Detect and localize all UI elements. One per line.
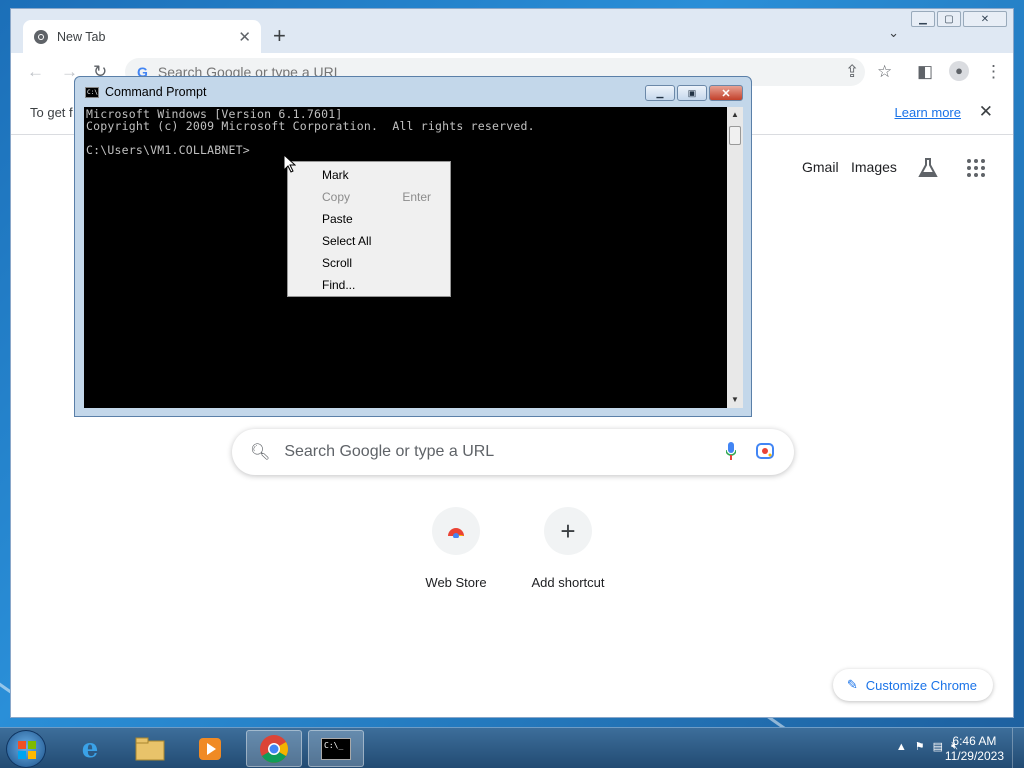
taskbar-chrome[interactable] [246, 730, 302, 767]
network-icon[interactable]: ▤ [933, 740, 943, 753]
menu-item-label: Paste [322, 212, 353, 226]
menu-item-label: Find... [322, 278, 356, 292]
folder-icon [135, 737, 165, 760]
tab-title: New Tab [57, 29, 106, 44]
search-input[interactable] [284, 443, 685, 461]
share-icon[interactable]: ⇪ [845, 62, 859, 82]
internet-explorer-icon: e [81, 733, 99, 764]
tab-strip: New Tab ✕ + ⌄ ▁ ▢ ✕ [11, 9, 1013, 53]
taskbar-command-prompt[interactable]: C:\_ [308, 730, 364, 767]
shortcut-label: Add shortcut [531, 575, 605, 590]
google-search-box[interactable]: 🔍︎ [232, 429, 794, 475]
cmd-taskbar-icon: C:\_ [321, 737, 351, 760]
maximize-button[interactable]: ▢ [937, 11, 961, 27]
menu-item-select-all[interactable]: Select All [288, 230, 450, 252]
scroll-down-icon[interactable]: ▼ [727, 392, 743, 408]
chrome-favicon-icon [34, 29, 48, 44]
chrome-window-controls: ▁ ▢ ✕ [911, 11, 1007, 27]
start-button[interactable] [6, 730, 46, 768]
side-panel-icon[interactable]: ◧ [917, 62, 933, 82]
back-icon[interactable]: ← [27, 62, 44, 82]
clock[interactable]: 6:46 AM 11/29/2023 [945, 734, 1004, 764]
show-desktop-button[interactable] [1012, 728, 1024, 768]
learn-more-link[interactable]: Learn more [895, 105, 961, 120]
tab-search-chevron-icon[interactable]: ⌄ [888, 25, 899, 41]
shortcut-add[interactable]: + Add shortcut [508, 507, 628, 590]
scroll-up-icon[interactable]: ▲ [727, 107, 743, 123]
cmd-maximize-button[interactable]: ▣ [677, 85, 707, 101]
menu-item-copy[interactable]: Copy Enter [288, 186, 450, 208]
menu-item-label: Scroll [322, 256, 353, 270]
taskbar-internet-explorer[interactable]: e [62, 730, 118, 767]
menu-item-label: Select All [322, 234, 372, 248]
menu-item-paste[interactable]: Paste [288, 208, 450, 230]
bookmark-star-icon[interactable]: ☆ [877, 62, 892, 82]
close-button[interactable]: ✕ [963, 11, 1007, 27]
menu-item-shortcut: Enter [402, 190, 431, 204]
cmd-window-title: Command Prompt [105, 85, 207, 99]
cmd-close-button[interactable]: ✕ [709, 85, 743, 101]
cmd-minimize-button[interactable]: ▁ [645, 85, 675, 101]
infobar-close-icon[interactable]: ✕ [979, 102, 993, 122]
customize-label: Customize Chrome [865, 677, 977, 693]
console-scrollbar[interactable]: ▲ ▼ [727, 107, 743, 408]
add-icon: + [544, 507, 592, 555]
profile-avatar-icon[interactable]: ● [949, 61, 969, 81]
menu-item-scroll[interactable]: Scroll [288, 252, 450, 274]
tab-new-tab[interactable]: New Tab ✕ [23, 20, 261, 53]
clock-date: 11/29/2023 [944, 749, 1004, 763]
google-apps-icon[interactable] [967, 159, 985, 177]
menu-item-mark[interactable]: Mark [288, 164, 450, 186]
taskbar-explorer[interactable] [122, 730, 178, 767]
action-center-flag-icon[interactable]: ⚑ [915, 740, 925, 753]
pencil-icon: ✎ [846, 677, 858, 692]
cmd-app-icon: C:\ [85, 86, 99, 98]
search-icon: 🔍︎ [250, 444, 271, 461]
cmd-window-controls: ▁ ▣ ✕ [645, 85, 743, 101]
new-tab-button[interactable]: + [273, 23, 286, 49]
chrome-icon [260, 734, 288, 763]
show-hidden-icons-icon[interactable]: ▲ [896, 741, 907, 753]
tab-close-icon[interactable]: ✕ [238, 28, 251, 46]
minimize-button[interactable]: ▁ [911, 11, 935, 27]
media-player-icon [199, 737, 221, 760]
clock-time: 6:46 AM [952, 734, 997, 748]
scroll-thumb[interactable] [729, 126, 741, 145]
menu-item-label: Copy [322, 190, 351, 204]
taskbar-media-player[interactable] [182, 730, 238, 767]
gmail-link[interactable]: Gmail [802, 159, 839, 175]
customize-chrome-button[interactable]: ✎ Customize Chrome [832, 669, 993, 701]
shortcut-web-store[interactable]: Web Store [396, 507, 516, 590]
shortcut-label: Web Store [425, 575, 487, 590]
google-lens-icon[interactable] [756, 443, 774, 459]
web-store-icon [432, 507, 480, 555]
taskbar: e C:\_ ▲ ⚑ ▤ 🔇︎ 6:46 AM 11/29/2023 [0, 727, 1024, 768]
console-text: Microsoft Windows [Version 6.1.7601] Cop… [86, 107, 535, 157]
windows-logo-icon [18, 741, 36, 759]
labs-flask-icon[interactable] [917, 157, 939, 179]
menu-kebab-icon[interactable]: ⋮ [985, 62, 1002, 82]
menu-item-find[interactable]: Find... [288, 274, 450, 296]
mouse-pointer-icon [284, 155, 296, 173]
infobar-text: To get f [30, 105, 73, 120]
images-link[interactable]: Images [851, 159, 897, 175]
voice-search-icon[interactable] [726, 442, 736, 460]
menu-item-label: Mark [322, 168, 349, 182]
context-menu: Mark Copy Enter Paste Select All Scroll F… [287, 161, 451, 297]
